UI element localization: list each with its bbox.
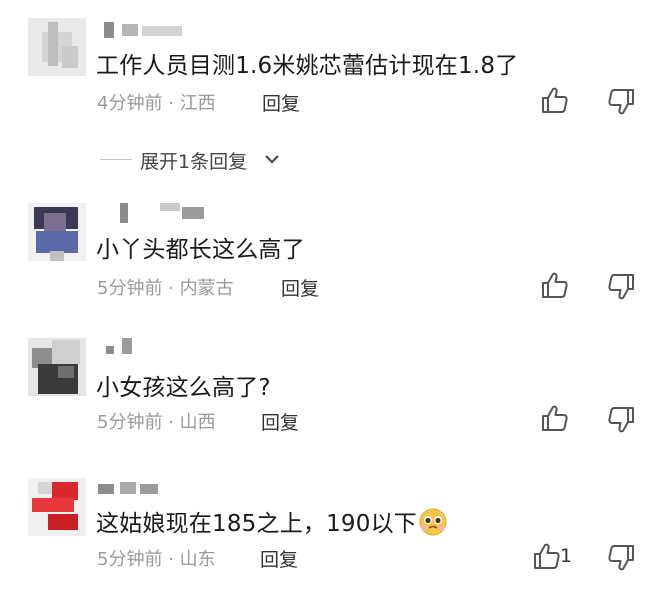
thumbs-up-icon [542,87,568,113]
thumbs-down-icon [608,545,634,571]
comment-meta: 5分钟前 · 内蒙古 [97,274,234,300]
avatar[interactable] [28,18,86,76]
thumbs-down-icon [608,274,634,300]
reply-button[interactable]: 回复 [262,89,300,116]
comment-item: 这姑娘现在185之上，190以下 5分钟前 · 山东 回复 1 [0,468,660,598]
comment-text-content: 这姑娘现在185之上，190以下 [96,511,417,537]
comment-text: 工作人员目测1.6米姚芯蕾估计现在1.8了 [96,53,519,79]
dislike-button[interactable] [606,544,640,574]
divider-line [100,159,132,160]
avatar[interactable] [28,203,86,261]
chevron-down-icon [262,149,282,169]
thumbs-down-icon [608,407,634,433]
comment-time: 5分钟前 [97,278,163,299]
comment-item: 小丫头都长这么高了 5分钟前 · 内蒙古 回复 [0,195,660,325]
thumbs-down-icon [608,89,634,115]
avatar[interactable] [28,338,86,396]
comment-text: 小女孩这么高了? [96,375,271,401]
like-button[interactable] [540,271,574,301]
username-pixelated[interactable] [98,203,208,223]
username-pixelated[interactable] [98,338,208,356]
comment-location: 山东 [179,549,216,570]
like-count: 1 [560,545,573,567]
meta-separator: · [162,93,180,114]
meta-separator: · [162,412,180,433]
comment-text: 这姑娘现在185之上，190以下 [96,504,447,542]
meta-separator: · [162,278,180,299]
comment-item: 工作人员目测1.6米姚芯蕾估计现在1.8了 4分钟前 · 江西 回复 [0,0,660,130]
avatar[interactable] [28,478,86,536]
username-pixelated[interactable] [98,20,208,38]
reply-button[interactable]: 回复 [260,545,298,572]
comment-location: 内蒙古 [179,278,234,299]
comment-time: 5分钟前 [97,412,163,433]
dislike-button[interactable] [606,406,640,436]
expand-replies-label: 展开1条回复 [140,151,248,173]
comment-meta: 5分钟前 · 山东 [97,545,216,571]
comment-text: 小丫头都长这么高了 [96,237,305,263]
comment-location: 山西 [179,412,216,433]
comment-item: 小女孩这么高了? 5分钟前 · 山西 回复 [0,330,660,460]
dislike-button[interactable] [606,88,640,118]
meta-separator: · [162,549,180,570]
comment-time: 5分钟前 [97,549,163,570]
reply-button[interactable]: 回复 [261,408,299,435]
thumbs-up-icon [542,405,568,431]
like-button[interactable] [540,404,574,434]
comment-time: 4分钟前 [97,93,163,114]
username-pixelated[interactable] [98,478,208,496]
like-button[interactable] [540,86,574,116]
dislike-button[interactable] [606,273,640,303]
reply-button[interactable]: 回复 [281,274,319,301]
comment-meta: 5分钟前 · 山西 [97,408,216,434]
thumbs-up-icon [534,543,560,569]
comment-location: 江西 [179,93,216,114]
comment-meta: 4分钟前 · 江西 [97,89,216,115]
thumbs-up-icon [542,272,568,298]
pleading-face-emoji [419,508,447,542]
